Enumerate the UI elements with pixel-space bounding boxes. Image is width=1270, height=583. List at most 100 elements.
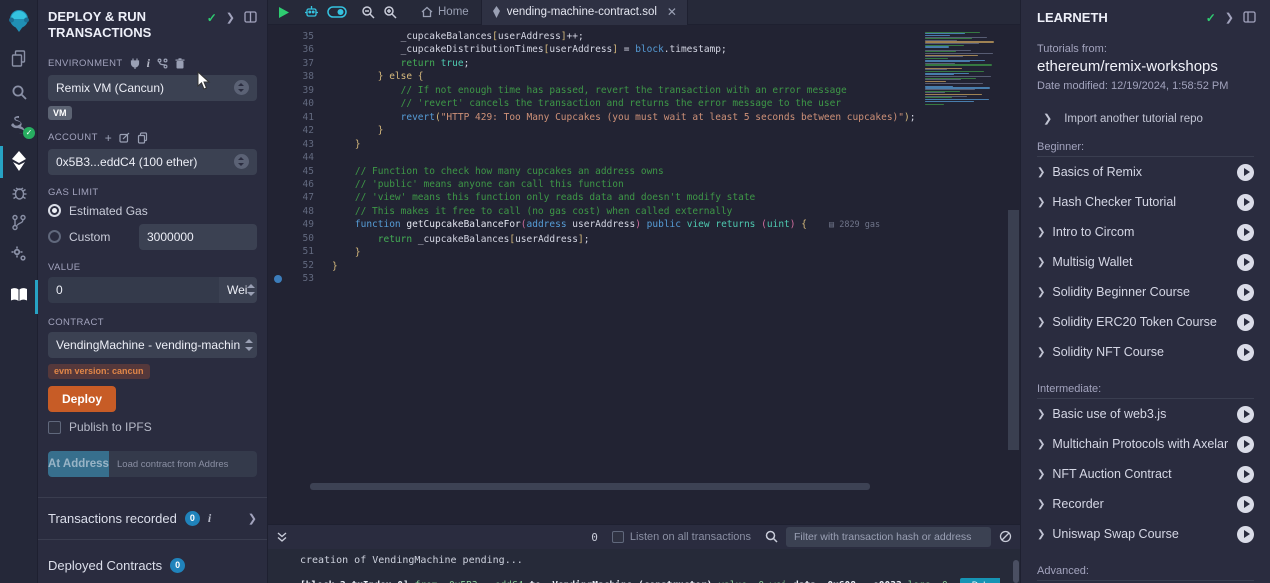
panel-layout-icon[interactable] — [244, 11, 257, 23]
collapse-terminal-icon[interactable] — [276, 531, 288, 543]
tutorial-expand-icon[interactable]: ❯ — [1037, 317, 1045, 328]
tutorial-play-button[interactable] — [1237, 254, 1254, 271]
tutorial-item[interactable]: ❯Intro to Circom — [1021, 217, 1270, 247]
run-script-icon[interactable] — [278, 6, 290, 19]
at-address-input[interactable] — [109, 451, 257, 477]
deploy-run-icon[interactable] — [0, 148, 38, 174]
solidity-compiler-icon[interactable]: ✓ — [0, 114, 38, 136]
remix-logo[interactable] — [0, 6, 38, 36]
tutorial-expand-icon[interactable]: ❯ — [1037, 227, 1045, 238]
zoom-out-icon[interactable] — [361, 5, 375, 19]
settings-icon[interactable] — [0, 244, 38, 264]
git-icon[interactable] — [0, 212, 38, 232]
trash-icon[interactable] — [175, 58, 185, 69]
transactions-recorded-row[interactable]: Transactions recorded 0 i ❯ — [38, 498, 267, 539]
tutorial-expand-icon[interactable]: ❯ — [1037, 409, 1045, 420]
copy-icon[interactable] — [137, 132, 148, 144]
tutorial-section-heading: Advanced: — [1037, 565, 1254, 581]
panel-chevron-icon[interactable]: ❯ — [226, 11, 235, 24]
file-explorer-icon[interactable] — [0, 48, 38, 68]
transactions-expand-icon[interactable]: ❯ — [248, 512, 257, 525]
listen-all-transactions-option[interactable]: Listen on all transactions — [612, 531, 751, 543]
tutorial-play-button[interactable] — [1237, 406, 1254, 423]
tutorial-item[interactable]: ❯Basics of Remix — [1021, 157, 1270, 187]
tutorial-item[interactable]: ❯ Uniswap Swap Course — [1021, 519, 1270, 549]
tutorial-play-button[interactable] — [1237, 194, 1254, 211]
transactions-info-icon[interactable]: i — [208, 511, 211, 526]
tutorial-item[interactable]: ❯Solidity Beginner Course — [1021, 277, 1270, 307]
tutorial-expand-icon[interactable]: ❯ — [1037, 287, 1045, 298]
tutorial-title: Uniswap Swap Course — [1052, 527, 1178, 541]
ai-toggle-icon[interactable] — [327, 6, 347, 18]
editor-horizontal-scrollbar[interactable] — [310, 483, 870, 490]
tab-close-icon[interactable]: ✕ — [667, 5, 677, 19]
tutorial-item[interactable]: ❯Basic use of web3.js — [1021, 399, 1270, 429]
tab-active-file[interactable]: vending-machine-contract.sol ✕ — [481, 0, 688, 25]
value-unit-select[interactable]: Wei — [219, 277, 257, 303]
editor-minimap[interactable] — [925, 30, 1010, 105]
tutorial-expand-icon[interactable]: ❯ — [1037, 439, 1045, 450]
tutorial-play-button[interactable] — [1237, 164, 1254, 181]
environment-info-icon[interactable]: i — [147, 56, 151, 71]
tutorial-expand-icon[interactable]: ❯ — [1037, 197, 1045, 208]
tutorial-play-button[interactable] — [1237, 496, 1254, 513]
publish-ipfs-option[interactable]: Publish to IPFS — [48, 420, 257, 434]
tutorial-expand-icon[interactable]: ❯ — [1037, 499, 1045, 510]
value-input[interactable] — [48, 277, 219, 303]
custom-gas-radio[interactable] — [48, 230, 61, 243]
learneth-plugin-icon[interactable] — [0, 282, 38, 308]
search-icon[interactable] — [0, 82, 38, 102]
tutorial-item[interactable]: ❯Multichain Protocols with Axelar — [1021, 429, 1270, 459]
tutorial-expand-icon[interactable]: ❯ — [1037, 529, 1045, 540]
terminal-search-icon[interactable] — [765, 528, 778, 547]
tutorial-expand-icon[interactable]: ❯ — [1037, 469, 1045, 480]
tutorial-expand-icon[interactable]: ❯ — [1037, 167, 1045, 178]
listen-all-checkbox[interactable] — [612, 531, 624, 543]
tutorial-play-button[interactable] — [1237, 284, 1254, 301]
ai-assistant-icon[interactable] — [304, 5, 319, 19]
tutorial-item[interactable]: ❯Multisig Wallet — [1021, 247, 1270, 277]
tutorial-item[interactable]: ❯Solidity ERC20 Token Course — [1021, 307, 1270, 337]
learneth-chevron-icon[interactable]: ❯ — [1225, 11, 1234, 24]
tutorial-play-button[interactable] — [1237, 526, 1254, 543]
clear-terminal-icon[interactable] — [999, 528, 1012, 547]
tutorial-play-button[interactable] — [1237, 344, 1254, 361]
import-tutorial-repo[interactable]: ❯ Import another tutorial repo — [1021, 92, 1270, 125]
tutorial-play-button[interactable] — [1237, 314, 1254, 331]
zoom-in-icon[interactable] — [383, 5, 397, 19]
tutorial-play-button[interactable] — [1237, 224, 1254, 241]
editor-gutter[interactable]: 35363738394041424344454647484950515253 — [268, 30, 314, 286]
editor-vertical-scrollbar[interactable] — [1008, 210, 1019, 450]
add-account-icon[interactable]: + — [105, 131, 112, 145]
estimated-gas-option[interactable]: Estimated Gas — [48, 204, 257, 218]
plug-icon[interactable] — [130, 58, 140, 69]
tutorial-item[interactable]: ❯Recorder — [1021, 489, 1270, 519]
deployed-contracts-row[interactable]: Deployed Contracts 0 — [38, 540, 267, 583]
deployed-contracts-label: Deployed Contracts — [48, 558, 162, 573]
tutorial-item[interactable]: ❯Solidity NFT Course — [1021, 337, 1270, 367]
tutorial-play-button[interactable] — [1237, 436, 1254, 453]
fork-icon[interactable] — [157, 58, 168, 69]
deploy-button[interactable]: Deploy — [48, 386, 116, 412]
tutorial-item[interactable]: ❯NFT Auction Contract — [1021, 459, 1270, 489]
learneth-layout-icon[interactable] — [1243, 11, 1256, 23]
debugger-icon[interactable] — [0, 182, 38, 202]
environment-select[interactable]: Remix VM (Cancun) — [48, 75, 257, 101]
publish-ipfs-checkbox[interactable] — [48, 421, 61, 434]
contract-select[interactable]: VendingMachine - vending-machin — [48, 332, 257, 358]
custom-gas-option[interactable]: Custom — [48, 224, 257, 250]
terminal-scrollbar[interactable] — [1013, 560, 1019, 583]
tutorial-expand-icon[interactable]: ❯ — [1037, 347, 1045, 358]
tutorial-item[interactable]: ❯Hash Checker Tutorial — [1021, 187, 1270, 217]
at-address-button[interactable]: At Address — [48, 451, 109, 477]
tab-home[interactable]: Home — [409, 0, 481, 25]
estimated-gas-radio[interactable] — [48, 204, 61, 217]
code-content[interactable]: _cupcakeBalances[userAddress]++; _cupcak… — [332, 30, 915, 287]
debug-button[interactable]: Debug — [960, 578, 1000, 583]
custom-gas-input[interactable] — [139, 224, 257, 250]
edit-icon[interactable] — [119, 132, 130, 143]
tutorial-play-button[interactable] — [1237, 466, 1254, 483]
terminal-filter-input[interactable] — [786, 527, 991, 547]
account-select[interactable]: 0x5B3...eddC4 (100 ether) — [48, 149, 257, 175]
tutorial-expand-icon[interactable]: ❯ — [1037, 257, 1045, 268]
